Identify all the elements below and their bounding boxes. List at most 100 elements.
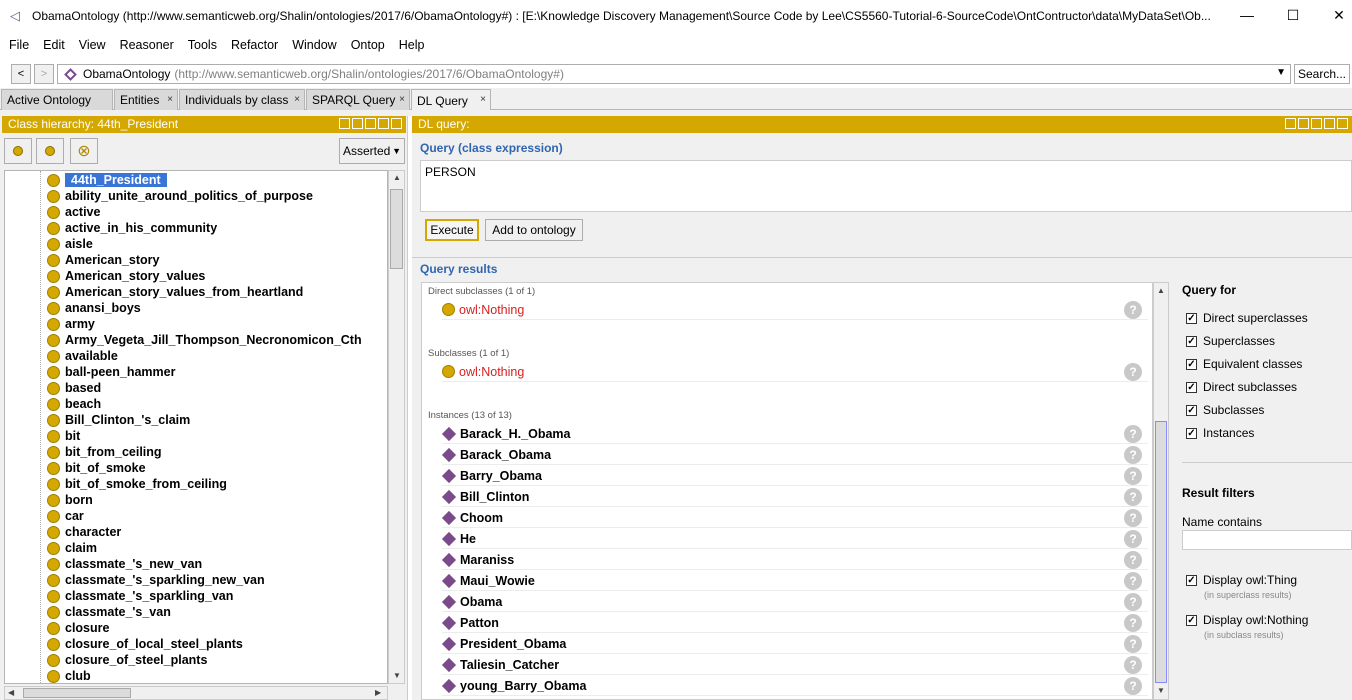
tree-item[interactable]: army: [47, 316, 95, 332]
tree-item[interactable]: club: [47, 668, 91, 683]
help-icon[interactable]: ?: [1124, 488, 1142, 506]
tree-item[interactable]: bit_from_ceiling: [47, 444, 162, 460]
scroll-down-icon[interactable]: ▼: [393, 671, 401, 680]
execute-button[interactable]: Execute: [425, 219, 479, 241]
split-icon[interactable]: [1298, 118, 1309, 129]
query-for-checkbox[interactable]: ✓ Subclasses: [1186, 403, 1264, 417]
tree-item[interactable]: ball-peen_hammer: [47, 364, 175, 380]
help-icon[interactable]: [339, 118, 350, 129]
close-tab-icon[interactable]: ×: [399, 94, 405, 105]
tree-item[interactable]: bit: [47, 428, 80, 444]
query-for-checkbox[interactable]: ✓ Superclasses: [1186, 334, 1275, 348]
add-subclass-button[interactable]: [4, 138, 32, 164]
maximize-view-icon[interactable]: [378, 118, 389, 129]
help-icon[interactable]: ?: [1124, 551, 1142, 569]
hierarchy-mode-select[interactable]: Asserted: [339, 138, 405, 164]
tree-item[interactable]: aisle: [47, 236, 93, 252]
tree-item[interactable]: classmate_'s_sparkling_new_van: [47, 572, 265, 588]
menu-tools[interactable]: Tools: [181, 38, 224, 52]
help-icon[interactable]: ?: [1124, 656, 1142, 674]
list-item[interactable]: Maui_Wowie?: [441, 571, 1148, 591]
tree-item[interactable]: closure: [47, 620, 109, 636]
forward-button[interactable]: >: [34, 64, 54, 84]
help-icon[interactable]: ?: [1124, 635, 1142, 653]
back-button[interactable]: <: [11, 64, 31, 84]
tree-item[interactable]: classmate_'s_new_van: [47, 556, 202, 572]
tree-item[interactable]: active_in_his_community: [47, 220, 217, 236]
tree-horizontal-scrollbar[interactable]: ◀ ▶: [4, 686, 388, 700]
tree-item[interactable]: bit_of_smoke_from_ceiling: [47, 476, 227, 492]
query-for-checkbox[interactable]: ✓ Equivalent classes: [1186, 357, 1302, 371]
tree-item[interactable]: closure_of_steel_plants: [47, 652, 207, 668]
query-for-checkbox[interactable]: ✓ Direct superclasses: [1186, 311, 1308, 325]
tree-item[interactable]: anansi_boys: [47, 300, 141, 316]
help-icon[interactable]: ?: [1124, 467, 1142, 485]
menu-refactor[interactable]: Refactor: [224, 38, 285, 52]
tree-scroll-thumb[interactable]: [390, 189, 403, 269]
close-tab-icon[interactable]: ×: [480, 94, 486, 105]
list-item[interactable]: Barack_Obama?: [441, 445, 1148, 465]
scroll-right-icon[interactable]: ▶: [375, 688, 381, 697]
tree-item[interactable]: classmate_'s_van: [47, 604, 171, 620]
display-owl-thing-checkbox[interactable]: ✓ Display owl:Thing: [1186, 573, 1297, 587]
tree-hscroll-thumb[interactable]: [23, 688, 131, 698]
list-item[interactable]: young_Barry_Obama?: [441, 676, 1148, 696]
menu-reasoner[interactable]: Reasoner: [113, 38, 181, 52]
tab-entities[interactable]: Entities ×: [114, 89, 178, 110]
help-icon[interactable]: ?: [1124, 446, 1142, 464]
scroll-up-icon[interactable]: ▲: [393, 173, 401, 182]
tree-item[interactable]: car: [47, 508, 84, 524]
delete-class-button[interactable]: ⊗: [70, 138, 98, 164]
minimize-view-icon[interactable]: [1311, 118, 1322, 129]
menu-edit[interactable]: Edit: [36, 38, 72, 52]
tree-item[interactable]: claim: [47, 540, 97, 556]
menu-view[interactable]: View: [72, 38, 113, 52]
help-icon[interactable]: ?: [1124, 301, 1142, 319]
tree-item[interactable]: based: [47, 380, 101, 396]
chevron-down-icon[interactable]: ▼: [1276, 67, 1286, 78]
maximize-button[interactable]: ☐: [1270, 0, 1316, 30]
maximize-view-icon[interactable]: [1324, 118, 1335, 129]
tree-item[interactable]: closure_of_local_steel_plants: [47, 636, 243, 652]
menu-ontop[interactable]: Ontop: [344, 38, 392, 52]
tree-item[interactable]: American_story_values_from_heartland: [47, 284, 303, 300]
tree-item[interactable]: American_story: [47, 252, 160, 268]
list-item[interactable]: Maraniss?: [441, 550, 1148, 570]
search-button[interactable]: Search...: [1294, 64, 1350, 84]
tree-item[interactable]: active: [47, 204, 100, 220]
ontology-selector[interactable]: ObamaOntology (http://www.semanticweb.or…: [57, 64, 1291, 84]
help-icon[interactable]: ?: [1124, 509, 1142, 527]
tree-item[interactable]: born: [47, 492, 93, 508]
close-tab-icon[interactable]: ×: [167, 94, 173, 105]
help-icon[interactable]: ?: [1124, 614, 1142, 632]
help-icon[interactable]: ?: [1124, 677, 1142, 695]
query-input[interactable]: PERSON: [420, 160, 1352, 212]
minimize-view-icon[interactable]: [365, 118, 376, 129]
tree-item[interactable]: American_story_values: [47, 268, 205, 284]
add-to-ontology-button[interactable]: Add to ontology: [485, 219, 583, 241]
tab-individuals-by-class[interactable]: Individuals by class ×: [179, 89, 305, 110]
list-item[interactable]: Bill_Clinton?: [441, 487, 1148, 507]
tab-sparql-query[interactable]: SPARQL Query ×: [306, 89, 410, 110]
help-icon[interactable]: ?: [1124, 363, 1142, 381]
results-scrollbar[interactable]: ▲ ▼: [1153, 282, 1169, 700]
tree-item[interactable]: Army_Vegeta_Jill_Thompson_Necronomicon_C…: [47, 332, 362, 348]
menu-help[interactable]: Help: [392, 38, 432, 52]
list-item[interactable]: Obama?: [441, 592, 1148, 612]
results-scroll-thumb[interactable]: [1155, 421, 1167, 683]
close-view-icon[interactable]: [391, 118, 402, 129]
tree-item[interactable]: Bill_Clinton_'s_claim: [47, 412, 190, 428]
list-item[interactable]: Patton?: [441, 613, 1148, 633]
tree-item[interactable]: available: [47, 348, 118, 364]
list-item[interactable]: Taliesin_Catcher?: [441, 655, 1148, 675]
tab-dl-query[interactable]: DL Query ×: [411, 89, 491, 111]
help-icon[interactable]: ?: [1124, 425, 1142, 443]
scroll-down-icon[interactable]: ▼: [1157, 686, 1165, 695]
scroll-left-icon[interactable]: ◀: [8, 688, 14, 697]
tree-vertical-scrollbar[interactable]: ▲ ▼: [388, 170, 405, 684]
query-for-checkbox[interactable]: ✓ Instances: [1186, 426, 1254, 440]
split-icon[interactable]: [1285, 118, 1296, 129]
tree-item[interactable]: bit_of_smoke: [47, 460, 146, 476]
help-icon[interactable]: ?: [1124, 530, 1142, 548]
display-owl-nothing-checkbox[interactable]: ✓ Display owl:Nothing: [1186, 613, 1308, 627]
